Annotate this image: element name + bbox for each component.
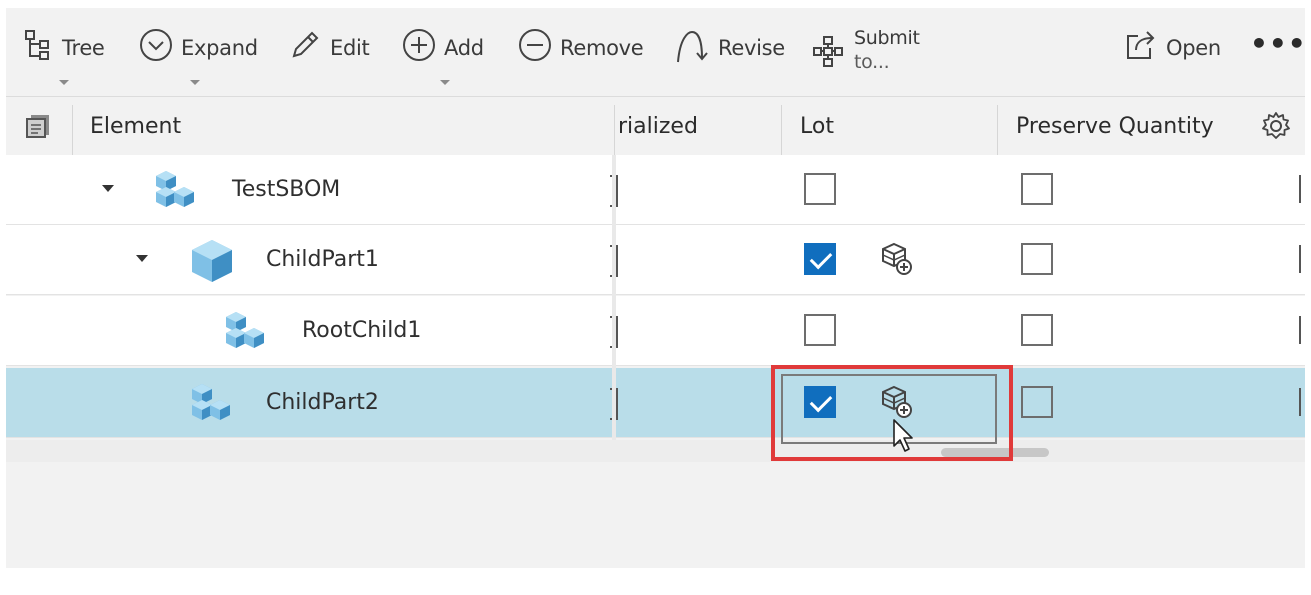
tree-button[interactable]: Tree — [24, 28, 105, 76]
table-row[interactable]: RootChild1 — [6, 296, 1305, 366]
lot-checkbox[interactable] — [804, 314, 836, 346]
toolbar: Tree Expand Edit Add Remove Revise Submi… — [6, 8, 1305, 96]
lot-checkbox[interactable] — [804, 173, 836, 205]
header-divider — [72, 105, 73, 155]
tree-label: Tree — [62, 36, 105, 60]
edit-label: Edit — [330, 36, 370, 60]
open-button[interactable]: Open — [1124, 28, 1221, 76]
add-dropdown-caret[interactable] — [440, 80, 450, 85]
column-header-serialized[interactable]: rialized — [618, 97, 698, 155]
element-name: ChildPart1 — [266, 247, 379, 272]
preserve-quantity-checkbox[interactable] — [1021, 243, 1053, 275]
workflow-icon — [813, 36, 843, 67]
header-divider — [781, 105, 782, 155]
column-chooser-button[interactable] — [24, 97, 52, 155]
row-edge — [1299, 245, 1301, 273]
table-row-selected[interactable]: ChildPart2 — [6, 368, 1305, 438]
add-button[interactable]: Add — [402, 28, 484, 76]
remove-label: Remove — [560, 36, 644, 60]
expand-dropdown-caret[interactable] — [190, 80, 200, 85]
element-name: RootChild1 — [302, 318, 422, 343]
column-header-lot[interactable]: Lot — [800, 97, 834, 155]
preserve-quantity-checkbox[interactable] — [1021, 173, 1053, 205]
header-divider — [997, 105, 998, 155]
table-row[interactable]: ChildPart1 — [6, 225, 1305, 295]
plus-circle-icon — [403, 29, 435, 61]
preserve-quantity-checkbox[interactable] — [1021, 386, 1053, 418]
expand-label: Expand — [181, 36, 258, 60]
part-cube-icon — [192, 240, 232, 282]
frozen-column-divider — [612, 155, 616, 440]
copy-stack-icon — [26, 115, 49, 138]
table-header: Element rialized Lot Preserve Quantity — [6, 96, 1305, 155]
submit-to-button[interactable]: Submit to... — [812, 26, 920, 74]
column-settings-button[interactable] — [1260, 97, 1292, 155]
open-external-icon — [1127, 31, 1155, 59]
tree-dropdown-caret[interactable] — [59, 80, 69, 85]
submit-label-line2: to... — [854, 51, 890, 73]
column-header-element[interactable]: Element — [90, 97, 181, 155]
row-edge — [1299, 175, 1301, 203]
tree-structure-icon — [25, 30, 49, 60]
assembly-icon — [192, 384, 230, 420]
element-name: ChildPart2 — [266, 390, 379, 415]
assembly-icon — [156, 171, 194, 207]
collapse-toggle[interactable] — [102, 185, 114, 192]
remove-button[interactable]: Remove — [518, 28, 644, 76]
pencil-icon — [292, 31, 319, 58]
collapse-toggle[interactable] — [136, 255, 148, 262]
bom-panel: Tree Expand Edit Add Remove Revise Submi… — [6, 8, 1305, 568]
row-edge — [1299, 316, 1301, 344]
assembly-icon — [226, 312, 264, 348]
row-edge — [1299, 388, 1301, 416]
scroll-track — [6, 440, 1305, 462]
minus-circle-icon — [519, 29, 551, 61]
element-name: TestSBOM — [232, 177, 341, 202]
add-label: Add — [444, 36, 484, 60]
submit-label-line1: Submit — [854, 27, 920, 49]
lot-checkbox[interactable] — [804, 243, 836, 275]
column-header-preserve-quantity[interactable]: Preserve Quantity — [1016, 97, 1214, 155]
preserve-quantity-checkbox[interactable] — [1021, 314, 1053, 346]
gear-icon — [1262, 112, 1290, 139]
table-row[interactable]: TestSBOM — [6, 155, 1305, 225]
revise-arc-icon — [677, 30, 708, 63]
revise-button[interactable]: Revise — [674, 28, 785, 76]
more-options-button[interactable]: ••• — [1250, 30, 1305, 58]
header-divider — [614, 105, 615, 155]
edit-button[interactable]: Edit — [288, 28, 370, 76]
expand-button[interactable]: Expand — [139, 28, 258, 76]
mouse-pointer-icon — [893, 419, 913, 452]
lot-cube-add-icon[interactable] — [880, 241, 914, 277]
revise-label: Revise — [718, 36, 785, 60]
expand-circle-icon — [140, 29, 172, 61]
open-label: Open — [1166, 36, 1221, 60]
